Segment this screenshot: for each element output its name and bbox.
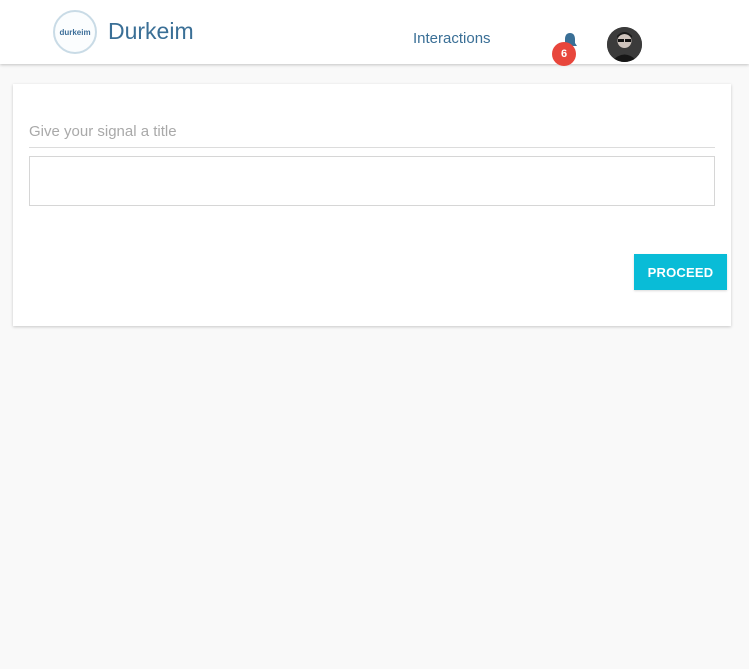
brand-name[interactable]: Durkeim bbox=[108, 18, 194, 45]
avatar-image bbox=[607, 27, 642, 62]
user-avatar[interactable] bbox=[607, 27, 642, 62]
nav-link-interactions[interactable]: Interactions bbox=[413, 30, 491, 47]
signal-title-label: Give your signal a title bbox=[29, 123, 715, 148]
top-navbar: durkeim Durkeim Interactions 6 bbox=[0, 0, 749, 66]
signal-title-input[interactable] bbox=[29, 156, 715, 206]
logo-text: durkeim bbox=[59, 27, 91, 37]
proceed-button[interactable]: PROCEED bbox=[634, 254, 727, 290]
logo[interactable]: durkeim bbox=[53, 10, 97, 54]
signal-form-card: Give your signal a title PROCEED bbox=[13, 84, 731, 326]
notification-badge[interactable]: 6 bbox=[552, 42, 576, 66]
